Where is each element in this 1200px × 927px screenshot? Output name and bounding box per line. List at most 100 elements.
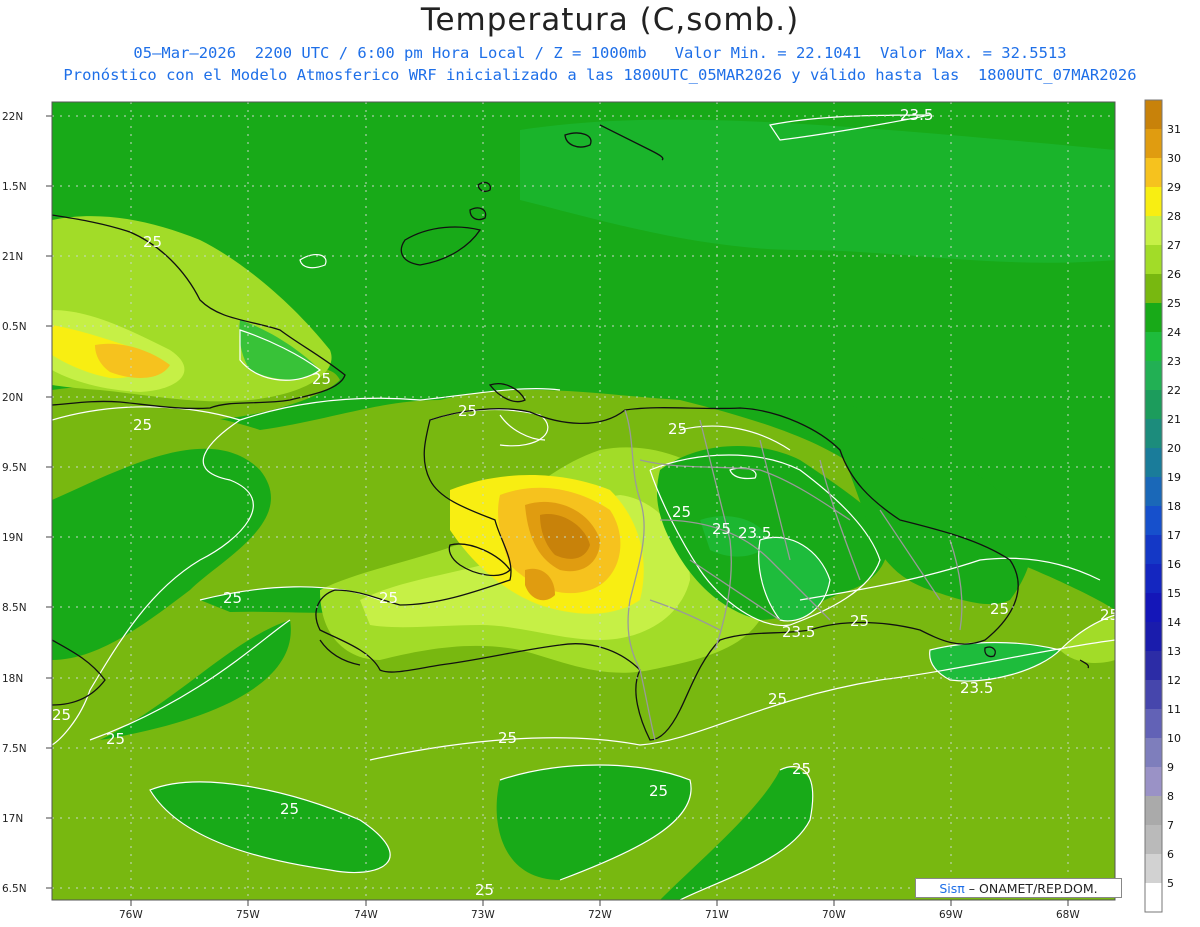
y-tick-label: 7.5N [2, 743, 27, 755]
colorbar-swatch [1145, 622, 1162, 651]
colorbar-label: 10 [1167, 732, 1181, 745]
colorbar-label: 13 [1167, 645, 1181, 658]
colorbar-label: 16 [1167, 558, 1181, 571]
colorbar-swatch [1145, 651, 1162, 680]
colorbar-label: 30 [1167, 152, 1181, 165]
contour-label-23-5: 23.5 [782, 623, 815, 641]
y-tick-label: 20N [2, 392, 23, 404]
contour-label-25: 25 [792, 760, 811, 778]
contour-label-25: 25 [475, 881, 494, 899]
x-tick-label: 75W [236, 909, 260, 921]
colorbar-label: 12 [1167, 674, 1181, 687]
colorbar-swatch [1145, 680, 1162, 709]
colorbar-label: 9 [1167, 761, 1174, 774]
colorbar-swatch [1145, 332, 1162, 361]
colorbar-swatch [1145, 129, 1162, 158]
y-tick-label: 9.5N [2, 462, 27, 474]
contour-label-25: 25 [649, 782, 668, 800]
y-tick-label: 6.5N [2, 883, 27, 895]
colorbar-swatch [1145, 419, 1162, 448]
contour-label-25: 25 [672, 503, 691, 521]
x-tick-label: 70W [822, 909, 846, 921]
colorbar-swatch [1145, 303, 1162, 332]
contour-label-25: 25 [768, 690, 787, 708]
contour-label-23-5: 23.5 [738, 524, 771, 542]
colorbar-swatch [1145, 245, 1162, 274]
colorbar-swatch [1145, 274, 1162, 303]
contour-label-25: 25 [498, 729, 517, 747]
x-axis: 76W 75W 74W 73W 72W 71W 70W 69W 68W [119, 900, 1080, 921]
colorbar-label: 23 [1167, 355, 1181, 368]
colorbar-label: 17 [1167, 529, 1181, 542]
x-tick-label: 73W [471, 909, 495, 921]
y-tick-label: 8.5N [2, 602, 27, 614]
colorbar-swatch [1145, 709, 1162, 738]
y-axis: 22N 1.5N 21N 0.5N 20N 9.5N 19N 8.5N 18N … [2, 111, 52, 895]
x-tick-label: 72W [588, 909, 612, 921]
colorbar-swatch [1145, 216, 1162, 245]
credit-box: Sisπ – ONAMET/REP.DOM. [915, 878, 1122, 898]
colorbar-swatch [1145, 796, 1162, 825]
colorbar-label: 11 [1167, 703, 1181, 716]
colorbar-swatch [1145, 535, 1162, 564]
colorbar-label: 27 [1167, 239, 1181, 252]
colorbar-swatch [1145, 158, 1162, 187]
colorbar-swatch [1145, 100, 1162, 129]
contour-label-25: 25 [458, 402, 477, 420]
y-tick-label: 17N [2, 813, 23, 825]
colorbar-swatch [1145, 564, 1162, 593]
credit-text: – ONAMET/REP.DOM. [968, 881, 1098, 896]
colorbar-swatch [1145, 390, 1162, 419]
contour-label-25: 25 [379, 589, 398, 607]
colorbar-label: 24 [1167, 326, 1181, 339]
x-tick-label: 68W [1056, 909, 1080, 921]
colorbar-swatch [1145, 593, 1162, 622]
colorbar-swatch [1145, 187, 1162, 216]
colorbar-label: 6 [1167, 848, 1174, 861]
colorbar-swatch [1145, 825, 1162, 854]
x-tick-label: 69W [939, 909, 963, 921]
colorbar-swatch [1145, 448, 1162, 477]
contour-label-25: 25 [133, 416, 152, 434]
colorbar-label: 25 [1167, 297, 1181, 310]
colorbar-label: 5 [1167, 877, 1174, 890]
colorbar-label: 29 [1167, 181, 1181, 194]
colorbar-label: 22 [1167, 384, 1181, 397]
colorbar-label: 26 [1167, 268, 1181, 281]
y-tick-label: 18N [2, 673, 23, 685]
colorbar-label: 31 [1167, 123, 1181, 136]
colorbar-swatch [1145, 767, 1162, 796]
colorbar-swatch [1145, 506, 1162, 535]
y-tick-label: 22N [2, 111, 23, 123]
contour-label-25: 25 [223, 589, 242, 607]
contour-label-23-5-top: 23.5 [900, 106, 933, 124]
contour-label-25: 25 [850, 612, 869, 630]
sispi-logo: Sisπ [939, 881, 965, 896]
contour-label-25: 25 [106, 730, 125, 748]
colorbar-label: 14 [1167, 616, 1181, 629]
x-tick-label: 76W [119, 909, 143, 921]
colorbar-label: 19 [1167, 471, 1181, 484]
y-tick-label: 1.5N [2, 181, 27, 193]
x-tick-label: 71W [705, 909, 729, 921]
colorbar-swatch [1145, 854, 1162, 883]
contour-label-25: 25 [143, 233, 162, 251]
contour-label-25: 25 [712, 520, 731, 538]
contour-label-25: 25 [990, 600, 1009, 618]
colorbar-swatch [1145, 361, 1162, 390]
colorbar-swatch [1145, 477, 1162, 506]
contour-label-25: 25 [312, 370, 331, 388]
contour-label-23-5: 23.5 [960, 679, 993, 697]
contour-label-25: 25 [280, 800, 299, 818]
colorbar-label: 20 [1167, 442, 1181, 455]
colorbar-label: 28 [1167, 210, 1181, 223]
shaded-field: 23.5 25 25 25 25 25 25 25 25 25 25 23.5 … [52, 102, 1115, 900]
contour-label-25: 25 [52, 706, 71, 724]
colorbar-label: 7 [1167, 819, 1174, 832]
colorbar-label: 8 [1167, 790, 1174, 803]
colorbar-label: 21 [1167, 413, 1181, 426]
colorbar-label: 18 [1167, 500, 1181, 513]
temperature-map: 23.5 25 25 25 25 25 25 25 25 25 25 23.5 … [2, 99, 1181, 921]
y-tick-label: 21N [2, 251, 23, 263]
colorbar-label: 15 [1167, 587, 1181, 600]
